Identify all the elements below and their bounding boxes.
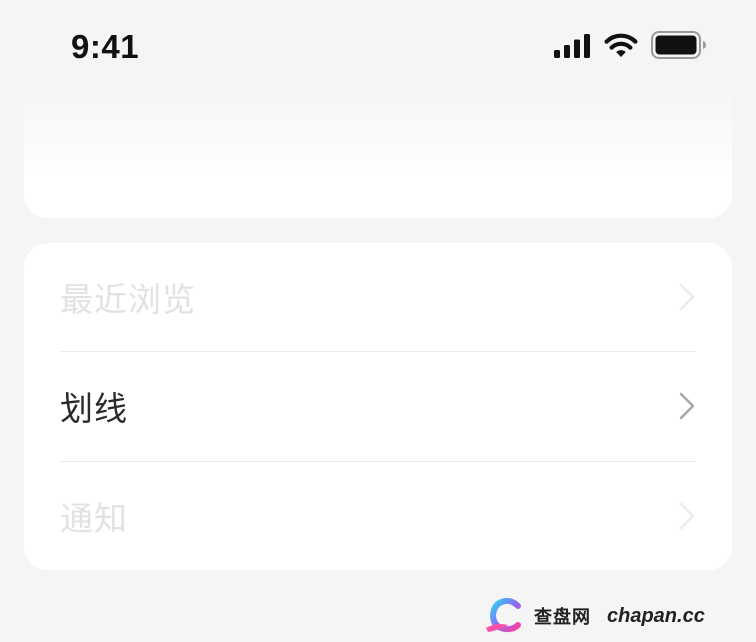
menu-item-label: 最近浏览	[60, 280, 196, 319]
menu-item-label: 通知	[60, 499, 128, 538]
menu-item-recent-browse[interactable]: 最近浏览	[60, 243, 696, 351]
watermark: 查盘网 chapan.cc	[484, 596, 705, 636]
watermark-cn-text: 查盘网	[534, 607, 591, 628]
cellular-signal-icon	[554, 34, 590, 58]
menu-item-label: 划线	[60, 389, 128, 428]
chevron-right-icon	[679, 283, 695, 311]
status-time: 9:41	[71, 28, 140, 65]
header-card	[24, 78, 732, 218]
chevron-right-icon	[679, 392, 695, 420]
menu-list: 最近浏览 划线 通知	[24, 243, 732, 570]
watermark-en-text: chapan.cc	[607, 604, 705, 627]
menu-item-notifications[interactable]: 通知	[60, 462, 696, 570]
chapan-logo-icon	[486, 598, 521, 633]
chevron-right-icon	[679, 502, 695, 530]
wifi-icon	[604, 33, 638, 57]
menu-item-highlights[interactable]: 划线	[60, 352, 696, 460]
battery-icon	[651, 31, 706, 59]
